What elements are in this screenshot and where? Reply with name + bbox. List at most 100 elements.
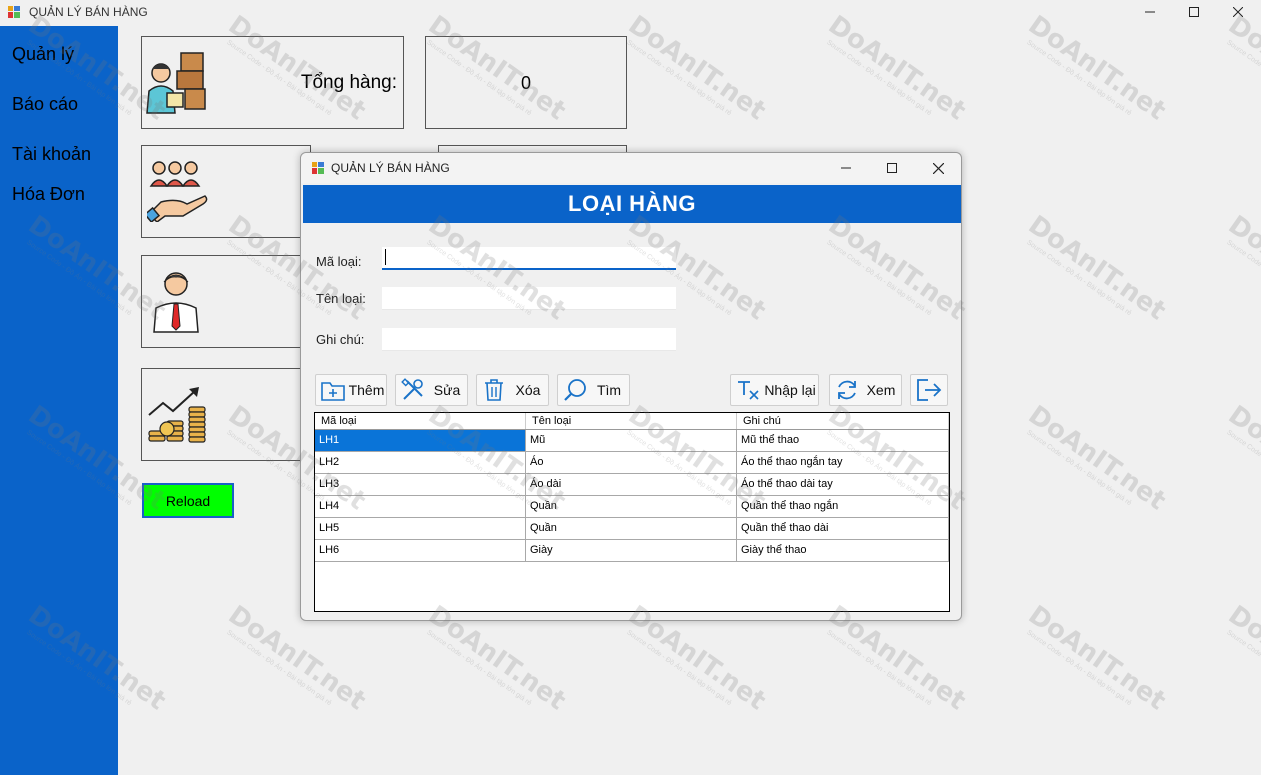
text-caret bbox=[385, 249, 386, 265]
sua-button[interactable]: Sửa bbox=[395, 374, 468, 406]
table-row[interactable]: LH4 Quần Quần thể thao ngắn bbox=[315, 496, 949, 518]
watermark: DoAnIT.netSource Code - Đồ Án - Bài tập … bbox=[1219, 400, 1261, 522]
table-cell[interactable]: LH2 bbox=[315, 452, 526, 473]
grid-header: Mã loại Tên loại Ghi chú bbox=[315, 413, 949, 430]
ten-loai-input[interactable] bbox=[382, 287, 676, 310]
delivery-person-icon bbox=[146, 52, 206, 114]
customers-hand-icon bbox=[147, 161, 208, 222]
exit-button[interactable] bbox=[910, 374, 948, 406]
table-row[interactable]: LH1 Mũ Mũ thể thao bbox=[315, 430, 949, 452]
watermark-subtext: Source Code - Đồ Án - Bài tập lớn giá rẻ bbox=[1225, 39, 1261, 117]
watermark-text: DoAnIT.net bbox=[1222, 600, 1261, 717]
watermark: DoAnIT.netSource Code - Đồ Án - Bài tập … bbox=[1019, 600, 1171, 722]
table-cell[interactable]: Áo bbox=[526, 452, 737, 473]
ten-loai-label: Tên loại: bbox=[316, 291, 366, 306]
watermark-subtext: Source Code - Đồ Án - Bài tập lớn giá rẻ bbox=[225, 629, 333, 708]
refresh-icon bbox=[833, 376, 861, 404]
watermark-subtext: Source Code - Đồ Án - Bài tập lớn giá rẻ bbox=[825, 629, 933, 708]
table-row[interactable]: LH3 Áo dài Áo thể thao dài tay bbox=[315, 474, 949, 496]
ma-loai-input[interactable] bbox=[382, 247, 676, 270]
search-icon bbox=[561, 376, 589, 404]
column-header-ghi-chu[interactable]: Ghi chú bbox=[737, 413, 949, 429]
table-cell[interactable]: Áo dài bbox=[526, 474, 737, 495]
reload-button[interactable]: Reload bbox=[142, 483, 234, 518]
exit-icon bbox=[915, 376, 943, 404]
dialog-close-button[interactable] bbox=[915, 156, 961, 180]
minimize-button[interactable] bbox=[1127, 0, 1173, 24]
watermark: DoAnIT.netSource Code - Đồ Án - Bài tập … bbox=[1219, 10, 1261, 132]
watermark-text: DoAnIT.net bbox=[1222, 400, 1261, 517]
table-row[interactable]: LH6 Giày Giày thể thao bbox=[315, 540, 949, 562]
dialog-app-icon bbox=[312, 162, 324, 174]
xem-label: Xem bbox=[866, 382, 896, 398]
tim-button[interactable]: Tìm bbox=[557, 374, 630, 406]
table-cell[interactable]: LH1 bbox=[315, 430, 526, 451]
watermark-subtext: Source Code - Đồ Án - Bài tập lớn giá rẻ bbox=[425, 629, 533, 708]
loai-hang-grid[interactable]: Mã loại Tên loại Ghi chú LH1 Mũ Mũ thể tha… bbox=[314, 412, 950, 612]
table-cell[interactable]: Mũ thể thao bbox=[737, 430, 949, 451]
nhap-lai-label: Nhập lại bbox=[764, 382, 816, 398]
sidebar: Quản lý Báo cáo Tài khoản Hóa Đơn bbox=[0, 26, 118, 775]
card-total-value: 0 bbox=[425, 36, 627, 129]
table-cell[interactable]: LH4 bbox=[315, 496, 526, 517]
table-cell[interactable]: LH5 bbox=[315, 518, 526, 539]
watermark-text: DoAnIT.net bbox=[1022, 10, 1172, 127]
sidebar-item-tai-khoan[interactable]: Tài khoản bbox=[12, 144, 91, 165]
xoa-button[interactable]: Xóa bbox=[476, 374, 549, 406]
table-cell[interactable]: LH3 bbox=[315, 474, 526, 495]
xem-button[interactable]: Xem bbox=[829, 374, 902, 406]
dialog-minimize-button[interactable] bbox=[823, 156, 869, 180]
close-button[interactable] bbox=[1215, 0, 1261, 24]
watermark-text: DoAnIT.net bbox=[822, 10, 972, 127]
table-cell[interactable]: Quần bbox=[526, 518, 737, 539]
table-cell[interactable]: Quần thể thao dài bbox=[737, 518, 949, 539]
watermark: DoAnIT.netSource Code - Đồ Án - Bài tập … bbox=[1219, 600, 1261, 722]
them-button[interactable]: Thêm bbox=[315, 374, 387, 406]
employee-icon bbox=[153, 272, 199, 333]
watermark-subtext: Source Code - Đồ Án - Bài tập lớn giá rẻ bbox=[825, 39, 933, 118]
watermark-subtext: Source Code - Đồ Án - Bài tập lớn giá rẻ bbox=[1025, 429, 1133, 508]
watermark-text: DoAnIT.net bbox=[622, 10, 772, 127]
table-cell[interactable]: Giày thể thao bbox=[737, 540, 949, 561]
nhap-lai-button[interactable]: Nhập lại bbox=[730, 374, 819, 406]
watermark-subtext: Source Code - Đồ Án - Bài tập lớn giá rẻ bbox=[1025, 629, 1133, 708]
table-cell[interactable]: Áo thể thao ngắn tay bbox=[737, 452, 949, 473]
window-title: QUẢN LÝ BÁN HÀNG bbox=[29, 5, 148, 19]
watermark-subtext: Source Code - Đồ Án - Bài tập lớn giá rẻ bbox=[1225, 239, 1261, 317]
clear-format-icon bbox=[734, 376, 762, 404]
trash-icon bbox=[480, 376, 508, 404]
loai-hang-dialog: QUẢN LÝ BÁN HÀNG LOẠI HÀNG Mã loại: Tên … bbox=[300, 152, 962, 621]
them-label: Thêm bbox=[348, 382, 385, 398]
column-header-ma-loai[interactable]: Mã loại bbox=[315, 413, 526, 429]
watermark-text: DoAnIT.net bbox=[1022, 210, 1172, 327]
total-products-value: 0 bbox=[520, 73, 531, 93]
add-folder-icon bbox=[319, 376, 347, 404]
sidebar-item-quan-ly[interactable]: Quản lý bbox=[12, 44, 74, 65]
table-row[interactable]: LH2 Áo Áo thể thao ngắn tay bbox=[315, 452, 949, 474]
table-cell[interactable]: Quần bbox=[526, 496, 737, 517]
dialog-header: LOẠI HÀNG bbox=[303, 185, 961, 223]
table-cell[interactable]: Quần thể thao ngắn bbox=[737, 496, 949, 517]
card-customers bbox=[141, 145, 311, 238]
tools-icon bbox=[399, 376, 427, 404]
sidebar-item-bao-cao[interactable]: Báo cáo bbox=[12, 94, 78, 115]
table-cell[interactable]: Mũ bbox=[526, 430, 737, 451]
watermark-text: DoAnIT.net bbox=[1222, 210, 1261, 327]
column-header-ten-loai[interactable]: Tên loại bbox=[526, 413, 737, 429]
card-total-products: Tổng hàng: bbox=[141, 36, 404, 129]
table-row[interactable]: LH5 Quần Quần thể thao dài bbox=[315, 518, 949, 540]
ghi-chu-input[interactable] bbox=[382, 328, 676, 351]
watermark-subtext: Source Code - Đồ Án - Bài tập lớn giá rẻ bbox=[625, 39, 733, 118]
table-cell[interactable]: LH6 bbox=[315, 540, 526, 561]
watermark-text: DoAnIT.net bbox=[1222, 10, 1261, 127]
xoa-label: Xóa bbox=[515, 382, 541, 398]
card-revenue bbox=[141, 368, 311, 461]
dialog-maximize-button[interactable] bbox=[869, 156, 915, 180]
table-cell[interactable]: Áo thể thao dài tay bbox=[737, 474, 949, 495]
sidebar-item-hoa-don[interactable]: Hóa Đơn bbox=[12, 184, 85, 205]
watermark: DoAnIT.netSource Code - Đồ Án - Bài tập … bbox=[1019, 10, 1171, 132]
watermark-text: DoAnIT.net bbox=[1022, 600, 1172, 717]
watermark: DoAnIT.netSource Code - Đồ Án - Bài tập … bbox=[819, 10, 971, 132]
table-cell[interactable]: Giày bbox=[526, 540, 737, 561]
maximize-button[interactable] bbox=[1171, 0, 1217, 24]
